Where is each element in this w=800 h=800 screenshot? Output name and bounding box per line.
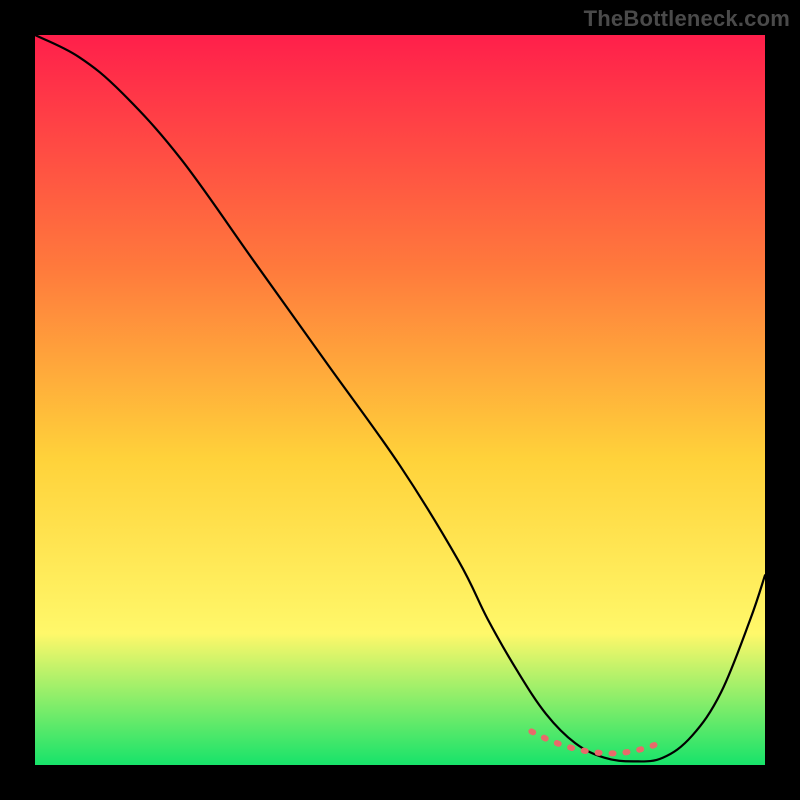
bottleneck-chart <box>0 0 800 800</box>
plot-background <box>35 35 765 765</box>
chart-stage: { "watermark": "TheBottleneck.com", "col… <box>0 0 800 800</box>
watermark-text: TheBottleneck.com <box>584 6 790 32</box>
